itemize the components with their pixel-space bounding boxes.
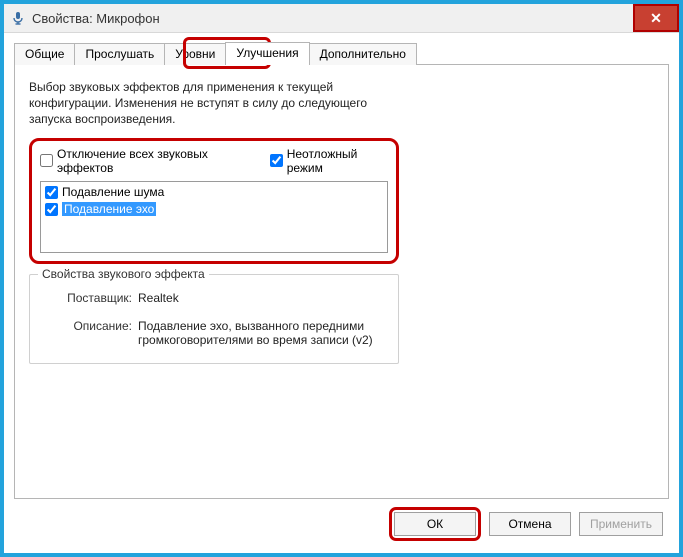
tab-label: Улучшения [236, 46, 298, 60]
client-area: Общие Прослушать Уровни Улучшения Дополн… [4, 33, 679, 553]
description-value: Подавление эхо, вызванного передними гро… [138, 319, 386, 347]
effect-item-echo-cancellation[interactable]: Подавление эхо [43, 201, 385, 218]
close-icon: ✕ [650, 10, 662, 27]
urgent-mode-label: Неотложный режим [287, 147, 388, 175]
vendor-row: Поставщик: Realtek [42, 291, 386, 305]
tab-label: Дополнительно [320, 47, 406, 61]
highlight-ok-button: ОК [389, 507, 481, 541]
tab-listen[interactable]: Прослушать [74, 43, 165, 65]
disable-all-effects-checkbox[interactable]: Отключение всех звуковых эффектов [40, 147, 252, 175]
group-title: Свойства звукового эффекта [38, 267, 209, 281]
tab-label: Прослушать [85, 47, 154, 61]
tab-enhancements[interactable]: Улучшения [225, 42, 309, 65]
tab-label: Уровни [175, 47, 215, 61]
tab-advanced[interactable]: Дополнительно [309, 43, 417, 65]
effect-label: Подавление шума [62, 185, 164, 199]
tab-label: Общие [25, 47, 64, 61]
effect-label: Подавление эхо [62, 202, 156, 216]
tab-levels[interactable]: Уровни [164, 43, 226, 65]
description-label: Описание: [42, 319, 138, 347]
effects-top-options: Отключение всех звуковых эффектов Неотло… [40, 147, 388, 175]
disable-all-effects-label: Отключение всех звуковых эффектов [57, 147, 252, 175]
effect-properties-group: Свойства звукового эффекта Поставщик: Re… [29, 274, 399, 364]
cancel-button[interactable]: Отмена [489, 512, 571, 536]
window-title: Свойства: Микрофон [32, 11, 160, 26]
effect-checkbox[interactable] [45, 203, 58, 216]
dialog-buttons: ОК Отмена Применить [14, 499, 669, 545]
microphone-icon [10, 10, 26, 26]
effect-item-noise-suppression[interactable]: Подавление шума [43, 184, 385, 201]
description-row: Описание: Подавление эхо, вызванного пер… [42, 319, 386, 347]
vendor-value: Realtek [138, 291, 386, 305]
effects-highlight-block: Отключение всех звуковых эффектов Неотло… [29, 138, 399, 264]
titlebar: Свойства: Микрофон ✕ [4, 4, 679, 33]
ok-button[interactable]: ОК [394, 512, 476, 536]
properties-window: Свойства: Микрофон ✕ Общие Прослушать Ур… [0, 0, 683, 557]
panel-description: Выбор звуковых эффектов для применения к… [29, 79, 409, 128]
disable-all-effects-input[interactable] [40, 154, 53, 167]
apply-button[interactable]: Применить [579, 512, 663, 536]
tab-general[interactable]: Общие [14, 43, 75, 65]
tab-strip: Общие Прослушать Уровни Улучшения Дополн… [14, 41, 669, 64]
close-button[interactable]: ✕ [633, 4, 679, 32]
effects-list[interactable]: Подавление шума Подавление эхо [40, 181, 388, 253]
effect-checkbox[interactable] [45, 186, 58, 199]
tab-panel-enhancements: Выбор звуковых эффектов для применения к… [14, 64, 669, 499]
urgent-mode-checkbox[interactable]: Неотложный режим [270, 147, 388, 175]
urgent-mode-input[interactable] [270, 154, 283, 167]
vendor-label: Поставщик: [42, 291, 138, 305]
